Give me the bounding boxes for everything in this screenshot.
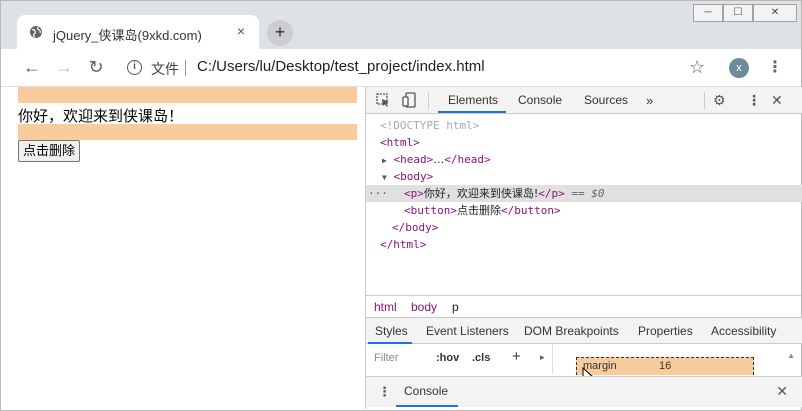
tab-styles[interactable]: Styles: [375, 324, 408, 338]
browser-tab[interactable]: jQuery_侠课岛(9xkd.com) ×: [17, 15, 259, 49]
address-bar[interactable]: i 文件 C:/Users/lu/Desktop/test_project/in…: [121, 55, 681, 81]
toolbar-divider: [428, 92, 429, 109]
dom-node-head[interactable]: ▶ <head>…</head>: [366, 151, 802, 168]
pane-divider[interactable]: [552, 344, 553, 374]
breadcrumb-body[interactable]: body: [411, 300, 437, 314]
tab-title: jQuery_侠课岛(9xkd.com): [53, 28, 202, 43]
devtools-menu-icon[interactable]: ⋮: [747, 92, 761, 109]
tab-properties[interactable]: Properties: [638, 324, 693, 338]
body-close-tag: </body>: [392, 221, 439, 234]
tab-accessibility[interactable]: Accessibility: [711, 324, 776, 338]
collapse-triangle-icon[interactable]: ▼: [382, 173, 387, 182]
globe-icon: [30, 26, 42, 38]
more-tabs-icon[interactable]: »: [646, 93, 653, 108]
tab-console[interactable]: Console: [518, 93, 562, 107]
maximize-button[interactable]: ☐: [723, 4, 753, 22]
body-open-tag: <body>: [393, 170, 434, 183]
breadcrumb-html[interactable]: html: [374, 300, 397, 314]
paragraph-margin-highlight-bottom: [18, 124, 357, 140]
inspect-element-icon[interactable]: [376, 93, 391, 108]
greeting-paragraph: 你好，欢迎来到侠课岛！: [18, 108, 184, 125]
active-tab-indicator: [438, 111, 506, 113]
toolbar-divider: [704, 92, 705, 109]
drawer-tab-indicator: [396, 405, 458, 407]
new-style-rule-button[interactable]: +: [512, 348, 521, 365]
dom-node-body-close[interactable]: </body>: [366, 219, 802, 236]
console-drawer: ⋮ Console ✕: [366, 376, 802, 407]
device-toolbar-icon[interactable]: [402, 92, 417, 108]
drawer-close-icon[interactable]: ✕: [776, 383, 788, 400]
p-open-tag: <p>: [404, 187, 424, 200]
reload-icon[interactable]: ↻: [85, 57, 107, 79]
node-actions-icon[interactable]: ···: [368, 185, 388, 202]
browser-toolbar: ← → ↻ i 文件 C:/Users/lu/Desktop/test_proj…: [1, 49, 801, 87]
expand-triangle-icon[interactable]: ▶: [382, 156, 387, 165]
back-icon[interactable]: ←: [21, 57, 43, 79]
new-tab-button[interactable]: +: [267, 20, 293, 46]
collapse-icon[interactable]: ▸: [540, 352, 545, 363]
tab-close-icon[interactable]: ×: [233, 23, 249, 39]
p-close-tag: </p>: [538, 187, 565, 200]
tab-sources[interactable]: Sources: [584, 93, 628, 107]
omnibox-divider: [185, 60, 186, 76]
tab-elements[interactable]: Elements: [448, 93, 498, 107]
selected-node-marker: == $0: [564, 187, 605, 200]
dom-node-html[interactable]: <html>: [366, 134, 802, 151]
html-close-tag: </html>: [380, 238, 427, 251]
minimize-button[interactable]: ─: [693, 4, 723, 22]
styles-filter-bar: Filter :hov .cls + ▸: [366, 344, 552, 374]
profile-avatar[interactable]: x: [729, 58, 749, 78]
browser-menu-icon[interactable]: ⋮: [767, 57, 783, 77]
button-close-tag: </button>: [500, 204, 561, 217]
scroll-up-icon[interactable]: ▲: [787, 351, 795, 360]
file-label: 文件: [151, 61, 179, 77]
button-open-tag: <button>: [404, 204, 457, 217]
head-close-tag: </head>: [444, 153, 491, 166]
devtools-close-icon[interactable]: ✕: [771, 92, 783, 109]
url-text[interactable]: C:/Users/lu/Desktop/test_project/index.h…: [197, 58, 485, 75]
delete-button[interactable]: 点击删除: [18, 140, 81, 162]
margin-value[interactable]: 16: [659, 360, 671, 372]
dom-tree: <!DOCTYPE html> <html> ▶ <head>…</head> …: [366, 115, 802, 297]
dom-node-body[interactable]: ▼ <body>: [366, 168, 802, 185]
box-model-margin: margin 16: [576, 357, 754, 375]
page-viewport: 你好，欢迎来到侠课岛！ 点击删除: [11, 87, 365, 409]
dom-node-button[interactable]: <button>点击删除</button>: [366, 202, 802, 219]
settings-gear-icon[interactable]: ⚙: [713, 92, 726, 109]
button-text: 点击删除: [456, 204, 501, 217]
browser-window: jQuery_侠课岛(9xkd.com) × + ─ ☐ ✕ ← → ↻ i 文…: [0, 0, 802, 411]
tab-strip: jQuery_侠课岛(9xkd.com) × + ─ ☐ ✕: [1, 1, 801, 49]
paragraph-margin-highlight-top: [18, 87, 357, 103]
dom-node-p-selected[interactable]: ··· <p>你好，欢迎来到侠课岛!</p> == $0: [366, 185, 802, 202]
head-ellipsis: …: [433, 153, 445, 166]
info-icon[interactable]: i: [127, 60, 142, 75]
p-text: 你好，欢迎来到侠课岛!: [423, 187, 539, 200]
html-open-tag: <html>: [380, 136, 420, 149]
devtools-tabbar: Elements Console Sources » ⚙ ⋮ ✕: [366, 87, 802, 114]
head-open-tag: <head>: [393, 153, 434, 166]
breadcrumb: html body p: [366, 295, 802, 317]
bookmark-star-icon[interactable]: ☆: [689, 57, 705, 78]
filter-input[interactable]: Filter: [374, 352, 398, 364]
devtools-panel: Elements Console Sources » ⚙ ⋮ ✕ <!DOCTY…: [365, 87, 802, 409]
tab-event-listeners[interactable]: Event Listeners: [426, 324, 509, 338]
styles-tabbar: Styles Event Listeners DOM Breakpoints P…: [366, 317, 802, 344]
hov-toggle[interactable]: :hov: [436, 352, 459, 364]
cls-toggle[interactable]: .cls: [472, 352, 490, 364]
drawer-tab-console[interactable]: Console: [404, 384, 448, 398]
drawer-menu-icon[interactable]: ⋮: [378, 384, 391, 400]
doctype-text: <!DOCTYPE html>: [380, 119, 480, 132]
breadcrumb-p[interactable]: p: [452, 300, 459, 314]
close-window-button[interactable]: ✕: [753, 4, 797, 22]
dom-node-doctype[interactable]: <!DOCTYPE html>: [366, 117, 802, 134]
dom-node-html-close[interactable]: </html>: [366, 236, 802, 253]
forward-icon[interactable]: →: [53, 57, 75, 79]
tab-dom-breakpoints[interactable]: DOM Breakpoints: [524, 324, 619, 338]
